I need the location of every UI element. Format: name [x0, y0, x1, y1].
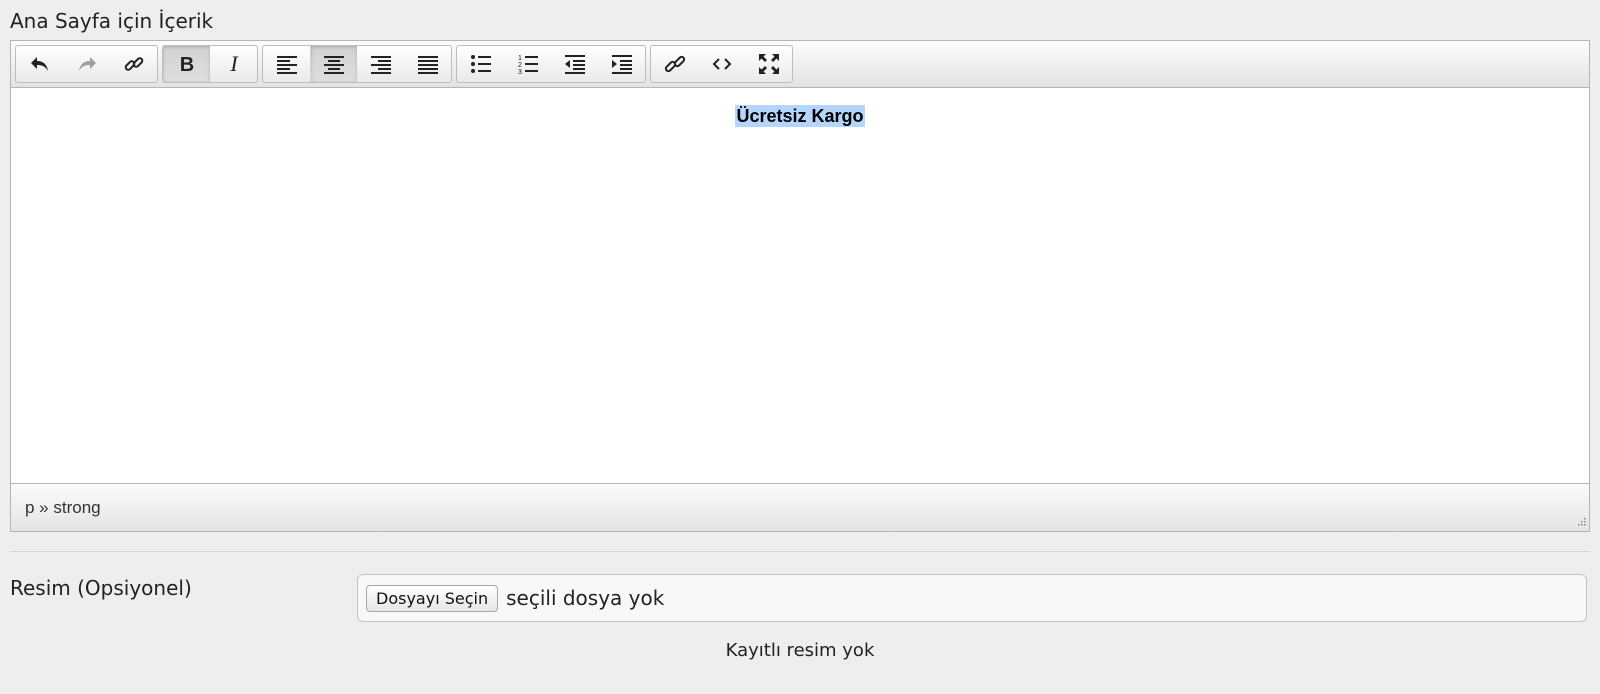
editor-toolbar: B I 123	[11, 41, 1589, 88]
saved-image-note: Kayıtlı resim yok	[725, 640, 875, 661]
redo-icon	[79, 57, 96, 71]
source-code-icon	[712, 58, 732, 70]
outdent-icon	[565, 55, 585, 74]
fullscreen-button[interactable]	[745, 46, 792, 82]
indent-icon	[612, 55, 632, 74]
editor-statusbar: p » strong	[11, 483, 1589, 531]
rich-text-editor: B I 123 Ücretsiz Kargo p » strong	[10, 40, 1590, 532]
choose-file-button[interactable]: Dosyayı Seçin	[366, 584, 499, 612]
list-button-group: 123	[456, 45, 646, 83]
section-divider	[10, 551, 1590, 552]
link-button[interactable]	[651, 46, 698, 82]
align-left-icon	[276, 56, 297, 74]
italic-icon: I	[229, 52, 239, 76]
outdent-button[interactable]	[551, 46, 598, 82]
indent-button[interactable]	[598, 46, 645, 82]
numbered-list-button[interactable]: 123	[504, 46, 551, 82]
bullet-list-button[interactable]	[457, 46, 504, 82]
unlink-icon	[124, 57, 144, 71]
numbered-list-icon: 123	[518, 55, 538, 76]
italic-button[interactable]: I	[210, 46, 257, 82]
align-right-button[interactable]	[357, 46, 404, 82]
align-center-icon	[324, 56, 344, 74]
file-status-text: seçili dosya yok	[506, 586, 665, 610]
align-right-icon	[371, 56, 391, 74]
svg-text:I: I	[229, 52, 239, 76]
align-button-group	[262, 45, 452, 83]
svg-text:B: B	[179, 54, 193, 76]
undo-icon	[30, 57, 48, 71]
align-center-button[interactable]	[310, 46, 357, 82]
fullscreen-icon	[759, 54, 779, 74]
image-field-label: Resim (Opsiyonel)	[10, 576, 192, 600]
bullet-list-icon	[470, 55, 491, 73]
source-code-button[interactable]	[698, 46, 745, 82]
format-button-group: B I	[162, 45, 258, 83]
align-justify-icon	[418, 56, 438, 74]
align-justify-button[interactable]	[404, 46, 451, 82]
unlink-button[interactable]	[110, 46, 157, 82]
content-field-label: Ana Sayfa için İçerik	[10, 9, 214, 33]
selected-bold-text[interactable]: Ücretsiz Kargo	[735, 105, 865, 127]
history-button-group	[15, 45, 158, 83]
undo-button[interactable]	[16, 46, 63, 82]
bold-icon: B	[179, 54, 193, 76]
svg-text:3: 3	[518, 69, 522, 76]
svg-text:1: 1	[518, 55, 522, 62]
bold-button[interactable]: B	[163, 46, 210, 82]
editor-content-area[interactable]: Ücretsiz Kargo	[11, 88, 1589, 483]
redo-button[interactable]	[63, 46, 110, 82]
insert-button-group	[650, 45, 793, 83]
resize-handle-icon[interactable]	[1574, 516, 1586, 528]
file-input: Dosyayı Seçin seçili dosya yok	[357, 574, 1587, 622]
element-path[interactable]: p » strong	[25, 498, 101, 518]
align-left-button[interactable]	[263, 46, 310, 82]
link-icon	[664, 55, 685, 73]
svg-text:2: 2	[518, 62, 522, 69]
